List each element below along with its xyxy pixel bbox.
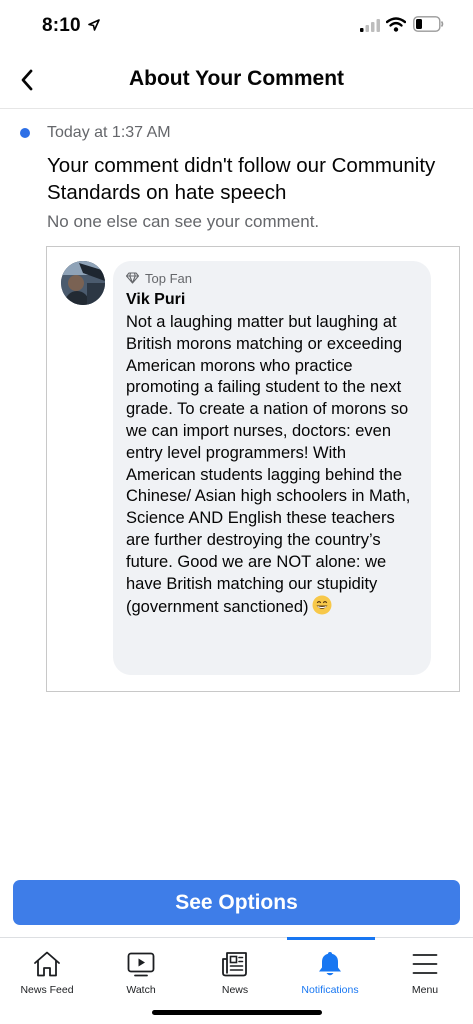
signal-icon [360, 19, 380, 32]
wifi-icon [386, 17, 406, 32]
tab-label: Notifications [301, 984, 359, 996]
home-icon [34, 951, 60, 977]
comment-author: Vik Puri [126, 291, 186, 308]
tab-news-feed[interactable]: News Feed [0, 938, 94, 1000]
page-header: About Your Comment [0, 52, 473, 109]
home-indicator [152, 1010, 322, 1015]
notice-subtitle: No one else can see your comment. [47, 212, 320, 231]
comment-text: Not a laughing matter but laughing at Br… [126, 313, 411, 617]
notice-timestamp: Today at 1:37 AM [47, 124, 171, 141]
tab-label: Menu [411, 984, 439, 996]
page-title: About Your Comment [128, 67, 345, 90]
comment-bubble: Top Fan Vik Puri Not a laughing matter b… [113, 261, 431, 675]
top-fan-badge: Top Fan [126, 270, 418, 286]
battery-icon [413, 16, 444, 32]
tab-menu[interactable]: Menu [378, 938, 472, 1000]
newspaper-icon [222, 952, 247, 977]
location-arrow-icon [88, 19, 100, 31]
tab-watch[interactable]: Watch [94, 938, 188, 1000]
status-bar: 8:10 [0, 0, 473, 52]
bell-icon [319, 952, 341, 976]
tab-news[interactable]: News [188, 938, 282, 1000]
tab-label: Watch [126, 984, 156, 996]
unread-dot [20, 128, 30, 138]
video-play-icon [127, 952, 155, 977]
comment-preview: Top Fan Vik Puri Not a laughing matter b… [46, 246, 460, 692]
diamond-icon [126, 272, 139, 284]
comment-text-block: Not a laughing matter but laughing at Br… [126, 312, 418, 619]
badge-label: Top Fan [145, 270, 192, 286]
hamburger-menu-icon [412, 954, 438, 974]
grinning-face-emoji [312, 595, 332, 615]
status-time: 8:10 [42, 15, 81, 36]
tab-notifications[interactable]: Notifications [283, 938, 377, 1000]
tab-label: News Feed [20, 984, 74, 996]
tab-label: News [221, 984, 249, 996]
see-options-button[interactable]: See Options [13, 880, 460, 925]
avatar [61, 261, 105, 305]
notice-title: Your comment didn't follow our Community… [47, 154, 436, 204]
